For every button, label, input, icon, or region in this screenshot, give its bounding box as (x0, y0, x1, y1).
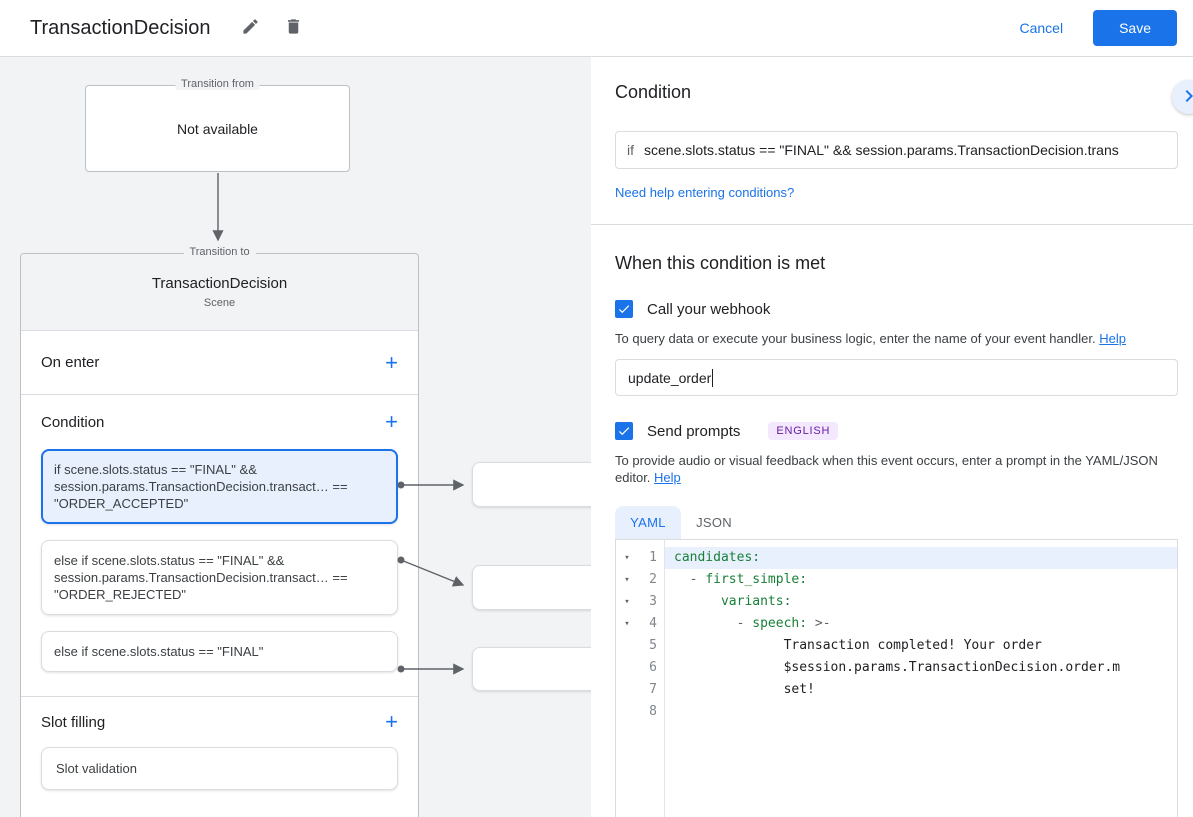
scene-type-label: Scene (204, 297, 235, 309)
prompts-description: To provide audio or visual feedback when… (615, 452, 1178, 486)
page-title: TransactionDecision (30, 17, 210, 40)
transition-target-box[interactable] (472, 565, 591, 610)
delete-scene-button[interactable] (279, 12, 308, 44)
text-caret (712, 369, 713, 387)
webhook-handler-value: update_order (628, 370, 711, 386)
code-line-content[interactable]: candidates: (664, 547, 1177, 569)
code-line-content[interactable] (664, 701, 1177, 723)
on-enter-label: On enter (41, 354, 99, 371)
webhook-checkbox[interactable] (615, 300, 633, 318)
save-button[interactable]: Save (1093, 10, 1177, 46)
scene-card: Transition to TransactionDecision Scene … (20, 253, 419, 817)
condition-card[interactable]: else if scene.slots.status == "FINAL" &&… (41, 540, 398, 615)
chevron-right-icon (1177, 84, 1193, 111)
webhook-handler-input[interactable]: update_order (615, 359, 1178, 396)
editor-line: ▾1candidates: (616, 547, 1177, 569)
webhook-checkbox-label: Call your webhook (647, 301, 770, 318)
code-line-content[interactable]: - speech: >- (664, 613, 1177, 635)
gutter-divider (664, 540, 665, 817)
prompts-help-link[interactable]: Help (654, 470, 681, 485)
send-prompts-label: Send prompts (647, 423, 740, 440)
panel-title: Condition (615, 82, 1178, 103)
line-number: 5 (638, 635, 664, 657)
line-number: 4 (638, 613, 664, 635)
webhook-description-text: To query data or execute your business l… (615, 331, 1096, 346)
transition-target-box[interactable] (472, 462, 591, 507)
line-number: 7 (638, 679, 664, 701)
transition-from-value: Not available (177, 121, 258, 137)
add-slot-button[interactable]: + (377, 707, 406, 737)
tab-yaml[interactable]: YAML (615, 506, 681, 539)
add-condition-button[interactable]: + (377, 407, 406, 437)
scene-name: TransactionDecision (152, 275, 287, 292)
line-number: 8 (638, 701, 664, 723)
line-number: 1 (638, 547, 664, 569)
fold-gutter (616, 657, 638, 679)
fold-gutter (616, 679, 638, 701)
condition-section-label: Condition (41, 414, 104, 431)
condition-help-link[interactable]: Need help entering conditions? (615, 185, 794, 200)
condition-card-list: if scene.slots.status == "FINAL" && sess… (21, 449, 418, 696)
transition-target-box[interactable] (472, 647, 591, 691)
code-line-content[interactable]: $session.params.TransactionDecision.orde… (664, 657, 1177, 679)
editor-tabs: YAMLJSON (615, 506, 1178, 539)
when-condition-met-title: When this condition is met (615, 253, 1178, 274)
condition-expression-value: scene.slots.status == "FINAL" && session… (644, 142, 1119, 158)
scene-diagram-canvas: Transition from Not available Transition… (0, 57, 591, 817)
edit-title-button[interactable] (236, 12, 265, 44)
condition-card[interactable]: if scene.slots.status == "FINAL" && sess… (41, 449, 398, 524)
condition-detail-panel: Condition if scene.slots.status == "FINA… (591, 57, 1193, 817)
condition-section: Condition + if scene.slots.status == "FI… (21, 395, 418, 697)
webhook-help-link[interactable]: Help (1099, 331, 1126, 346)
trash-icon (284, 17, 303, 39)
code-line-content[interactable]: - first_simple: (664, 569, 1177, 591)
editor-line: ▾3 variants: (616, 591, 1177, 613)
tab-json[interactable]: JSON (681, 506, 747, 539)
transition-to-label: Transition to (183, 246, 255, 258)
code-line-content[interactable]: set! (664, 679, 1177, 701)
fold-gutter (616, 701, 638, 723)
transition-from-label: Transition from (175, 78, 260, 90)
fold-arrow-icon[interactable]: ▾ (616, 547, 638, 569)
editor-line: ▾2 - first_simple: (616, 569, 1177, 591)
transition-from-box: Transition from Not available (85, 85, 350, 172)
line-number: 2 (638, 569, 664, 591)
if-prefix-label: if (616, 142, 644, 158)
yaml-editor-lines: ▾1candidates:▾2 - first_simple:▾3 varian… (616, 547, 1177, 723)
yaml-editor[interactable]: ▾1candidates:▾2 - first_simple:▾3 varian… (615, 539, 1178, 817)
slot-validation-card[interactable]: Slot validation (41, 747, 398, 790)
slot-filling-label: Slot filling (41, 714, 105, 731)
editor-line: ▾4 - speech: >- (616, 613, 1177, 635)
send-prompts-checkbox[interactable] (615, 422, 633, 440)
code-line-content[interactable]: Transaction completed! Your order (664, 635, 1177, 657)
add-on-enter-button[interactable]: + (377, 348, 406, 378)
webhook-description: To query data or execute your business l… (615, 330, 1178, 347)
editor-line: 8 (616, 701, 1177, 723)
topbar: TransactionDecision Cancel Save (0, 0, 1193, 57)
fold-gutter (616, 635, 638, 657)
editor-line: 6 $session.params.TransactionDecision.or… (616, 657, 1177, 679)
slot-filling-section: Slot filling + Slot validation (21, 697, 418, 790)
condition-expression-field[interactable]: if scene.slots.status == "FINAL" && sess… (615, 131, 1178, 169)
line-number: 6 (638, 657, 664, 679)
editor-line: 5 Transaction completed! Your order (616, 635, 1177, 657)
language-badge: ENGLISH (768, 422, 838, 440)
scene-card-header[interactable]: TransactionDecision Scene (21, 254, 418, 331)
pencil-icon (241, 17, 260, 39)
editor-line: 7 set! (616, 679, 1177, 701)
prompts-description-text: To provide audio or visual feedback when… (615, 453, 1158, 485)
line-number: 3 (638, 591, 664, 613)
condition-card[interactable]: else if scene.slots.status == "FINAL" (41, 631, 398, 672)
cancel-button[interactable]: Cancel (1019, 20, 1063, 36)
code-line-content[interactable]: variants: (664, 591, 1177, 613)
on-enter-section: On enter + (21, 331, 418, 395)
fold-arrow-icon[interactable]: ▾ (616, 613, 638, 635)
fold-arrow-icon[interactable]: ▾ (616, 591, 638, 613)
fold-arrow-icon[interactable]: ▾ (616, 569, 638, 591)
